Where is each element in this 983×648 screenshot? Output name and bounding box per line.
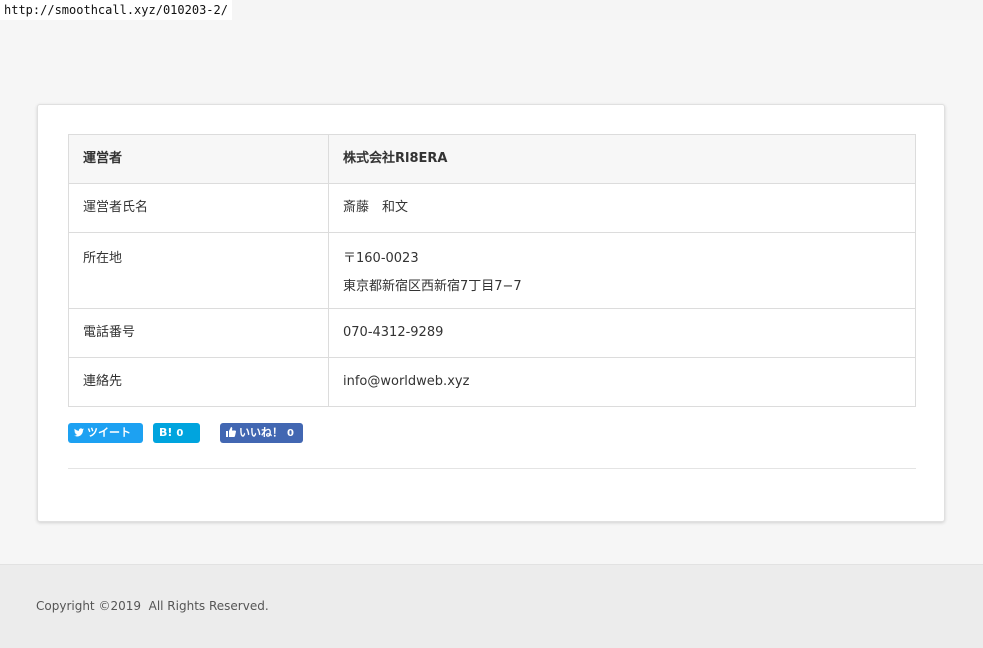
like-count: 0	[287, 428, 294, 439]
operator-info-table: 運営者 株式会社Rl8ERA 運営者氏名 斎藤 和文 所在地 〒160-0023…	[68, 134, 916, 407]
company-name: 株式会社Rl8ERA	[328, 134, 916, 184]
contact-label: 連絡先	[68, 357, 329, 407]
address-label: 所在地	[68, 232, 329, 309]
operator-label: 運営者	[68, 134, 329, 184]
hatena-bookmark-icon: B!	[159, 426, 173, 439]
tweet-button[interactable]: ツイート	[68, 423, 143, 443]
facebook-like-button[interactable]: いいね！ 0	[220, 423, 303, 443]
street-address: 東京都新宿区西新宿7丁目7−7	[343, 279, 522, 294]
address-value: 〒160-0023 東京都新宿区西新宿7丁目7−7	[328, 232, 916, 309]
copyright-text: Copyright ©2019 All Rights Reserved.	[36, 599, 269, 613]
hatena-count: 0	[176, 428, 184, 439]
table-row: 所在地 〒160-0023 東京都新宿区西新宿7丁目7−7	[68, 232, 916, 309]
operator-name-value: 斎藤 和文	[328, 183, 916, 233]
content-divider	[68, 468, 916, 469]
content-card: 運営者 株式会社Rl8ERA 運営者氏名 斎藤 和文 所在地 〒160-0023…	[37, 104, 945, 522]
table-row: 電話番号 070-4312-9289	[68, 308, 916, 358]
postal-code: 〒160-0023	[343, 251, 419, 266]
like-label: いいね！	[239, 426, 283, 439]
page-background: 運営者 株式会社Rl8ERA 運営者氏名 斎藤 和文 所在地 〒160-0023…	[0, 20, 983, 564]
contact-email[interactable]: info@worldweb.xyz	[328, 357, 916, 407]
twitter-bird-icon	[74, 423, 84, 443]
url-bar: http://smoothcall.xyz/010203-2/	[0, 0, 232, 20]
phone-value: 070-4312-9289	[328, 308, 916, 358]
hatena-bookmark-button[interactable]: B! 0	[153, 423, 200, 443]
operator-name-label: 運営者氏名	[68, 183, 329, 233]
table-header-row: 運営者 株式会社Rl8ERA	[68, 134, 916, 184]
tweet-label: ツイート	[87, 426, 131, 439]
thumbs-up-icon	[226, 423, 236, 443]
table-row: 運営者氏名 斎藤 和文	[68, 183, 916, 233]
phone-label: 電話番号	[68, 308, 329, 358]
footer: Copyright ©2019 All Rights Reserved.	[0, 564, 983, 648]
table-row: 連絡先 info@worldweb.xyz	[68, 357, 916, 407]
